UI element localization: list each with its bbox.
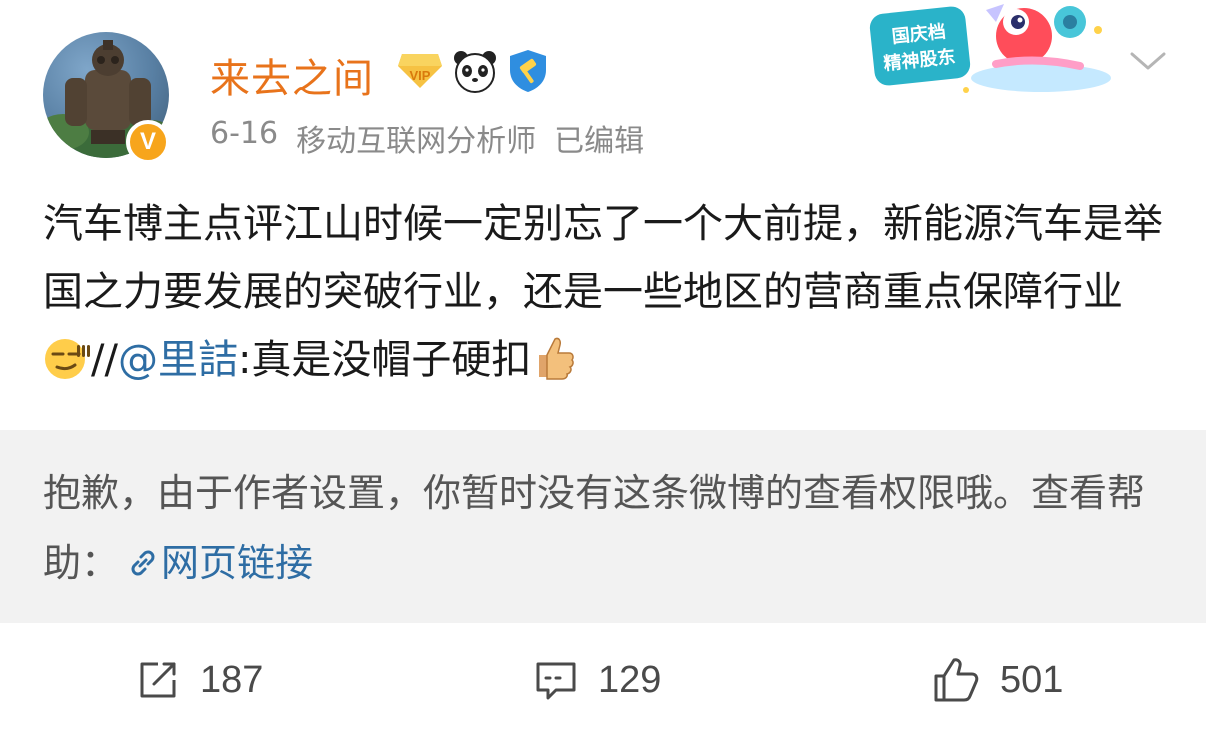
like-button[interactable]: 501: [932, 653, 1063, 707]
repost-separator: //: [91, 337, 118, 383]
comment-count: 129: [598, 658, 662, 701]
comment-icon: [536, 662, 576, 700]
thumbs-up-emoji: [531, 333, 575, 402]
like-count: 501: [1000, 658, 1064, 701]
verified-badge: V: [126, 120, 170, 164]
repost-text: :真是没帽子硬扣: [237, 337, 532, 383]
like-icon: [934, 658, 979, 702]
user-mention-link[interactable]: @里詰: [118, 337, 238, 383]
edited-label[interactable]: 已编辑: [554, 116, 644, 160]
vip-icon[interactable]: VIP: [396, 52, 444, 94]
web-link-label[interactable]: 网页链接: [161, 541, 313, 585]
post-header: V 来去之间 VIP 6-16 移动互联网分析师 已编辑 国庆档 精神股东: [0, 0, 1206, 180]
repost-count: 187: [200, 658, 264, 701]
svg-text:VIP: VIP: [410, 68, 431, 83]
user-badges: VIP: [396, 48, 550, 98]
repost-icon: [140, 662, 176, 698]
post-meta: 6-16 移动互联网分析师 已编辑: [210, 116, 644, 160]
repost-button[interactable]: 187: [136, 653, 263, 707]
permission-notice: 抱歉，由于作者设置，你暂时没有这条微博的查看权限哦。查看帮助： 网页链接: [0, 430, 1206, 623]
action-bar: 187 129 501: [0, 623, 1206, 737]
link-icon: [131, 550, 155, 576]
post-content: 汽车博主点评江山时候一定别忘了一个大前提，新能源汽车是举国之力要发展的突破行业，…: [43, 190, 1163, 402]
username[interactable]: 来去之间: [210, 46, 374, 104]
gavel-shield-icon[interactable]: [506, 48, 550, 98]
user-title: 移动互联网分析师: [296, 124, 537, 159]
chevron-down-icon[interactable]: [1128, 46, 1168, 76]
comment-button[interactable]: 129: [534, 653, 661, 707]
web-link[interactable]: 网页链接: [119, 541, 313, 585]
panda-icon[interactable]: [452, 49, 498, 97]
post-date: 6-16: [210, 116, 279, 151]
post-text: 汽车博主点评江山时候一定别忘了一个大前提，新能源汽车是举国之力要发展的突破行业，…: [43, 201, 1163, 315]
smirk-emoji: [43, 334, 91, 402]
promo-sticker[interactable]: 国庆档 精神股东: [866, 0, 1116, 100]
